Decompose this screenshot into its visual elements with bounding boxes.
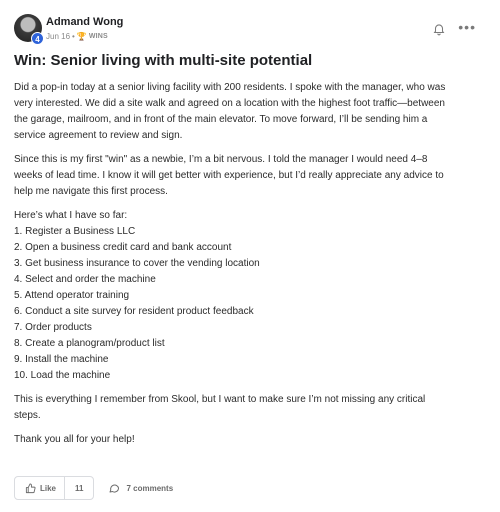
list-item: 4. Select and order the machine (14, 274, 156, 285)
paragraph-line: service agreement to review and sign. (14, 130, 183, 141)
paragraph-1: Did a pop-in today at a senior living fa… (14, 80, 482, 144)
paragraph-line: Did a pop-in today at a senior living fa… (14, 82, 446, 93)
post-header: 4 Admand Wong Jun 16 • 🏆 WINS ••• (14, 14, 486, 46)
comments-link[interactable]: 7 comments (108, 482, 173, 494)
list-item: 8. Create a planogram/product list (14, 338, 165, 349)
closing-paragraph: Thank you all for your help! (14, 432, 482, 448)
steps-list: Here’s what I have so far: 1. Register a… (14, 208, 482, 384)
paragraph-2: Since this is my first "win" as a newbie… (14, 152, 482, 200)
paragraph-line: steps. (14, 410, 41, 421)
paragraph-line: help me navigate this first process. (14, 186, 168, 197)
paragraph-line: the garage, mailroom, and in front of th… (14, 114, 428, 125)
paragraph-3: This is everything I remember from Skool… (14, 392, 482, 424)
bell-icon[interactable] (432, 22, 446, 36)
category-label[interactable]: WINS (89, 33, 108, 40)
list-item: 3. Get business insurance to cover the v… (14, 258, 260, 269)
list-item: 1. Register a Business LLC (14, 226, 136, 237)
like-button[interactable]: Like 11 (14, 476, 95, 500)
author-name[interactable]: Admand Wong (46, 16, 123, 28)
post-date: Jun 16 (46, 32, 71, 41)
list-intro: Here’s what I have so far: (14, 210, 128, 221)
level-badge: 4 (31, 32, 44, 45)
post-body: Did a pop-in today at a senior living fa… (14, 80, 482, 456)
comments-label: 7 comments (126, 483, 174, 493)
like-toggle[interactable]: Like (15, 477, 66, 499)
more-icon[interactable]: ••• (458, 20, 476, 34)
post-title: Win: Senior living with multi-site poten… (14, 52, 313, 69)
trophy-icon: 🏆 (76, 32, 87, 41)
list-item: 6. Conduct a site survey for resident pr… (14, 306, 254, 317)
paragraph-line: Since this is my first "win" as a newbie… (14, 154, 428, 165)
thumbs-up-icon (25, 482, 36, 493)
list-item: 7. Order products (14, 322, 92, 333)
paragraph-line: weeks of lead time. I know it will get b… (14, 170, 444, 181)
paragraph-line: This is everything I remember from Skool… (14, 394, 426, 405)
list-item: 9. Install the machine (14, 354, 109, 365)
post-meta: Jun 16 • 🏆 WINS (46, 32, 108, 41)
closing-line: Thank you all for your help! (14, 434, 135, 445)
list-item: 2. Open a business credit card and bank … (14, 242, 232, 253)
meta-separator: • (72, 32, 75, 41)
list-item: 10. Load the machine (14, 370, 111, 381)
post-actions: Like 11 7 comments (14, 476, 173, 500)
avatar[interactable]: 4 (14, 14, 44, 45)
list-item: 5. Attend operator training (14, 290, 130, 301)
comment-icon (109, 484, 120, 493)
paragraph-line: very interested. We did a site walk and … (14, 98, 445, 109)
like-label: Like (40, 483, 57, 493)
like-count[interactable]: 11 (65, 484, 93, 493)
